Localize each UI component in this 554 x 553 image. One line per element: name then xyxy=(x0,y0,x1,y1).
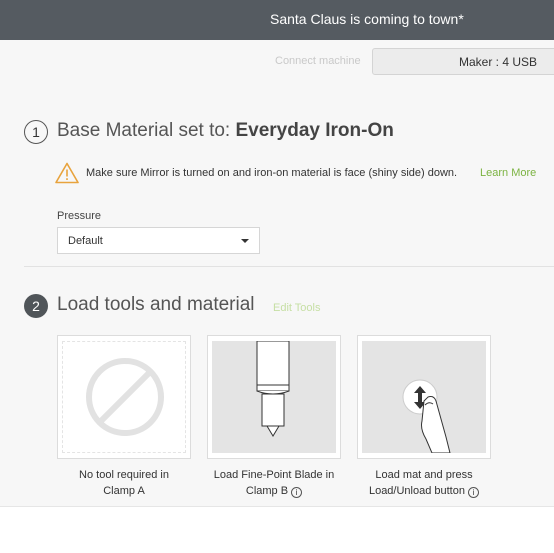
step-1-heading: Base Material set to: Everyday Iron-On xyxy=(57,120,394,142)
edit-tools-link[interactable]: Edit Tools xyxy=(273,302,321,314)
title-bar: Santa Claus is coming to town* xyxy=(0,0,554,40)
info-icon[interactable]: i xyxy=(291,487,303,498)
project-title: Santa Claus is coming to town* xyxy=(270,11,464,27)
fine-point-blade-icon xyxy=(256,341,290,437)
base-material-prefix: Base Material set to: xyxy=(57,120,236,141)
no-tool-icon xyxy=(86,358,164,436)
tool-caption-clamp-a: No tool required in Clamp A xyxy=(79,469,169,497)
step-2-heading: Load tools and material xyxy=(57,294,255,315)
mirror-warning-text: Make sure Mirror is turned on and iron-o… xyxy=(86,167,458,179)
machine-label: Maker : 4 USB xyxy=(459,55,538,69)
step-1-number: 1 xyxy=(24,120,48,144)
base-material-name: Everyday Iron-On xyxy=(235,120,394,141)
tool-card-clamp-a xyxy=(57,335,191,459)
bottom-panel xyxy=(0,506,554,553)
chevron-down-icon xyxy=(241,239,249,243)
section-divider xyxy=(24,266,554,267)
pressure-label: Pressure xyxy=(57,210,102,222)
tool-caption-load-mat: Load mat and press Load/Unload button i xyxy=(349,467,499,499)
machine-select-button[interactable]: Maker : 4 USB xyxy=(372,48,554,75)
info-icon[interactable]: i xyxy=(468,487,480,498)
pressure-value: Default xyxy=(68,235,103,247)
tool-caption-clamp-b: Load Fine-Point Blade in Clamp B i xyxy=(213,469,335,498)
step-2-number: 2 xyxy=(24,294,48,318)
tool-card-clamp-b xyxy=(207,335,341,459)
learn-more-link[interactable]: Learn More xyxy=(480,167,536,179)
tool-card-load-mat xyxy=(357,335,491,459)
pressure-dropdown[interactable]: Default xyxy=(57,227,260,254)
warning-triangle-icon xyxy=(55,162,79,184)
connect-machine-button[interactable]: Connect machine xyxy=(275,55,361,67)
load-unload-button-icon xyxy=(402,379,451,453)
